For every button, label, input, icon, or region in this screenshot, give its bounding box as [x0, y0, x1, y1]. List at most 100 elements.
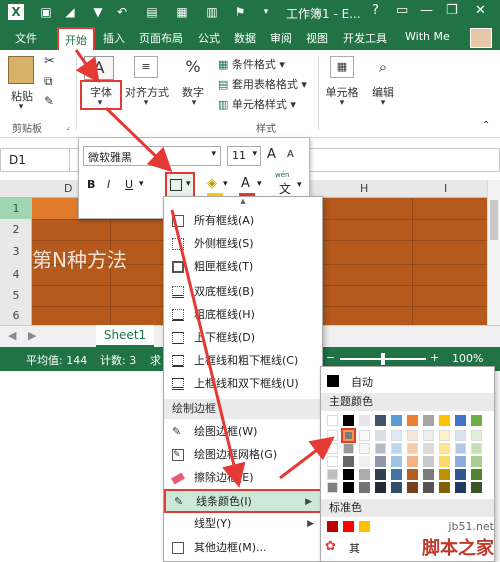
paste-dropdown-icon[interactable]: ▾ — [11, 102, 31, 112]
fill-color-icon[interactable]: ◈ — [207, 176, 217, 191]
font-color-button[interactable]: A — [241, 176, 250, 191]
column-header[interactable]: H — [360, 182, 368, 195]
theme-color-swatch[interactable] — [407, 469, 418, 480]
theme-color-swatch[interactable] — [375, 469, 386, 480]
theme-color-swatch[interactable] — [471, 443, 482, 454]
clipboard-launcher-icon[interactable]: ⌟ — [66, 122, 70, 131]
theme-color-swatch[interactable] — [359, 456, 370, 467]
theme-color-swatch[interactable] — [343, 415, 354, 426]
theme-color-swatch[interactable] — [423, 482, 434, 493]
paste-special-icon[interactable]: ▤ — [144, 4, 160, 20]
theme-color-swatch[interactable] — [327, 469, 338, 480]
theme-color-swatch[interactable] — [343, 443, 354, 454]
tab-insert[interactable]: 插入 — [103, 30, 125, 46]
phonetic-dropdown-icon[interactable]: ▾ — [297, 180, 302, 190]
format-painter-icon[interactable]: ✎ — [44, 94, 54, 108]
theme-color-swatch[interactable] — [455, 469, 466, 480]
cell-style-button[interactable]: ▥ 单元格样式 ▾ — [218, 96, 318, 112]
collapse-ribbon-icon[interactable]: ⌃ — [482, 120, 490, 131]
theme-color-swatch[interactable] — [439, 415, 450, 426]
menu-item-all-borders[interactable]: 所有框线(A) — [164, 210, 322, 232]
cells-dropdown-icon[interactable]: ▾ — [334, 98, 350, 108]
theme-color-swatch[interactable] — [359, 443, 370, 454]
tab-view[interactable]: 视图 — [306, 30, 328, 46]
avatar[interactable] — [470, 28, 492, 48]
font-size-select[interactable]: 11 ▾ — [227, 146, 261, 166]
column-header[interactable]: I — [444, 182, 447, 195]
theme-color-swatch[interactable] — [359, 415, 370, 426]
theme-color-swatch[interactable] — [439, 469, 450, 480]
theme-color-swatch[interactable] — [407, 443, 418, 454]
ribbon-display-button[interactable]: ▭ — [396, 3, 408, 18]
menu-item-thick-bottom-border[interactable]: 粗底框线(H) — [164, 304, 322, 326]
shrink-font-button[interactable]: A — [287, 149, 294, 160]
theme-color-swatch[interactable] — [423, 415, 434, 426]
vertical-scrollbar[interactable] — [487, 180, 500, 325]
theme-color-swatch[interactable] — [423, 443, 434, 454]
theme-color-swatch[interactable] — [375, 482, 386, 493]
alignment-dropdown-icon[interactable]: ▾ — [138, 98, 154, 108]
zoom-in-button[interactable]: + — [430, 351, 439, 364]
theme-color-swatch[interactable] — [439, 430, 450, 441]
name-box[interactable]: D1 — [0, 148, 70, 172]
theme-color-swatch[interactable] — [391, 430, 402, 441]
theme-color-swatch[interactable] — [391, 482, 402, 493]
tab-home[interactable]: 开始 — [57, 27, 95, 50]
theme-color-swatch[interactable] — [375, 443, 386, 454]
theme-color-swatch[interactable] — [343, 482, 354, 493]
tool-icon[interactable]: ⚑ — [232, 4, 248, 20]
menu-item-draw-border-grid[interactable]: ✎ 绘图边框网格(G) — [164, 444, 322, 466]
undo-icon[interactable]: ↶ — [114, 4, 130, 20]
theme-color-swatch[interactable] — [455, 482, 466, 493]
phonetic-button[interactable]: 文 — [279, 180, 291, 197]
row-header[interactable]: 6 — [0, 306, 32, 325]
help-button[interactable]: ? — [372, 3, 379, 18]
tab-data[interactable]: 数据 — [234, 30, 256, 46]
theme-color-swatch[interactable] — [423, 456, 434, 467]
underline-dropdown-icon[interactable]: ▾ — [139, 179, 144, 189]
editing-dropdown-icon[interactable]: ▾ — [375, 98, 391, 108]
sheet-nav-prev-icon[interactable]: ◀ — [8, 329, 16, 342]
theme-color-swatch[interactable] — [439, 456, 450, 467]
row-header[interactable]: 4 — [0, 264, 32, 285]
tab-developer[interactable]: 开发工具 — [343, 30, 387, 46]
row-header[interactable]: 2 — [0, 219, 32, 240]
theme-color-swatch[interactable] — [391, 415, 402, 426]
theme-color-swatch[interactable] — [439, 482, 450, 493]
theme-color-swatch[interactable] — [407, 415, 418, 426]
theme-color-swatch[interactable] — [327, 415, 338, 426]
theme-color-swatch[interactable] — [359, 469, 370, 480]
theme-color-swatch[interactable] — [359, 482, 370, 493]
theme-color-swatch[interactable] — [439, 443, 450, 454]
row-header[interactable]: 5 — [0, 285, 32, 306]
restore-button[interactable]: ❐ — [446, 3, 458, 18]
column-header[interactable]: D — [64, 182, 72, 195]
underline-button[interactable]: U — [125, 178, 133, 191]
theme-color-swatch[interactable] — [455, 415, 466, 426]
font-color-dropdown-icon[interactable]: ▾ — [257, 179, 262, 189]
theme-color-swatch[interactable] — [471, 469, 482, 480]
theme-color-swatch[interactable] — [343, 456, 354, 467]
theme-color-swatch[interactable] — [455, 443, 466, 454]
standard-color-swatch[interactable] — [359, 521, 370, 532]
menu-item-line-style[interactable]: 线型(Y) ▶ — [164, 513, 322, 535]
menu-item-top-bottom-border[interactable]: 上下框线(D) — [164, 327, 322, 349]
menu-item-draw-border[interactable]: ✎ 绘图边框(W) — [164, 421, 322, 443]
eraser-icon[interactable]: ◢ — [62, 4, 78, 20]
menu-item-thick-box-border[interactable]: 粗匣框线(T) — [164, 256, 322, 278]
theme-color-swatch[interactable] — [375, 415, 386, 426]
theme-color-swatch[interactable] — [423, 469, 434, 480]
cut-icon[interactable]: ✂ — [44, 54, 55, 69]
theme-color-swatch[interactable] — [407, 456, 418, 467]
theme-color-swatch[interactable] — [375, 430, 386, 441]
theme-color-swatch[interactable] — [327, 430, 338, 441]
theme-color-swatch[interactable] — [455, 456, 466, 467]
theme-color-swatch[interactable] — [407, 482, 418, 493]
menu-item-line-color[interactable]: ✎ 线条颜色(I) ▶ — [164, 489, 322, 513]
tab-file[interactable]: 文件 — [0, 27, 52, 50]
customize-qat-icon[interactable]: ▾ — [258, 4, 274, 20]
close-button[interactable]: ✕ — [475, 3, 486, 18]
menu-item-more-borders[interactable]: 其他边框(M)... — [164, 537, 322, 559]
sheet-nav-next-icon[interactable]: ▶ — [28, 329, 36, 342]
theme-color-swatch[interactable] — [327, 443, 338, 454]
